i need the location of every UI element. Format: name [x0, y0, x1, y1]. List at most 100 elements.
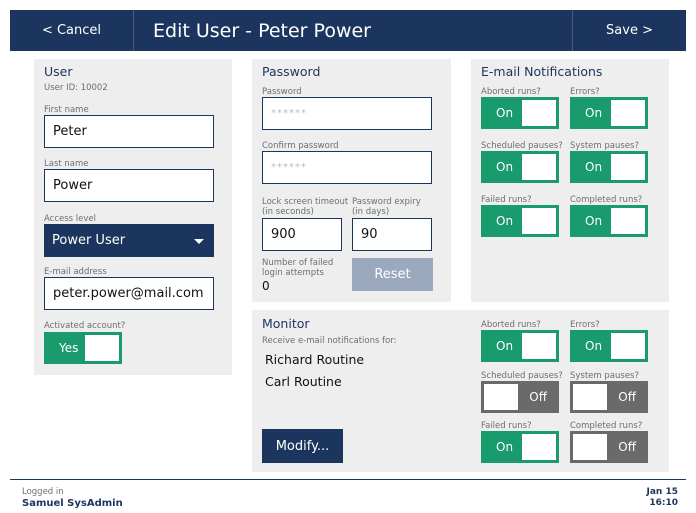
email-label: E-mail address [44, 267, 107, 277]
activated-label: Activated account? [44, 321, 126, 331]
edit-user-screen: < Cancel Edit User - Peter Power Save > … [10, 10, 686, 513]
activated-toggle[interactable]: Yes [44, 332, 122, 364]
toggle-label: On [585, 339, 603, 353]
toggle-label: On [496, 160, 514, 174]
user-section-title: User [44, 64, 73, 79]
toggle-label: Off [618, 390, 636, 404]
toggle-knob [611, 333, 645, 359]
toggle-label: On [496, 339, 514, 353]
monitor-failed-runs-label: Failed runs? [481, 421, 532, 431]
first-name-field[interactable]: Peter [44, 115, 214, 148]
toggle-knob [522, 208, 556, 234]
reset-button[interactable]: Reset [352, 258, 433, 291]
errors-label: Errors? [570, 87, 600, 97]
access-level-value: Power User [52, 233, 126, 248]
monitor-scheduled-pauses-label: Scheduled pauses? [481, 371, 563, 381]
header-divider [133, 10, 134, 51]
confirm-password-field[interactable]: ****** [262, 151, 432, 184]
last-name-label: Last name [44, 159, 89, 169]
footer-date: Jan 15 [646, 487, 679, 497]
user-id-label: User ID: 10002 [44, 83, 108, 93]
access-level-select[interactable]: Power User [44, 224, 214, 257]
toggle-knob [522, 154, 556, 180]
monitor-completed-runs-toggle[interactable]: Off [570, 431, 648, 463]
confirm-password-label: Confirm password [262, 141, 339, 151]
toggle-knob [573, 434, 607, 460]
password-label: Password [262, 87, 302, 97]
logged-in-label: Logged in [22, 487, 64, 497]
failed-runs-toggle[interactable]: On [481, 205, 559, 237]
logged-in-user: Samuel SysAdmin [22, 498, 123, 509]
aborted-runs-toggle[interactable]: On [481, 97, 559, 129]
chevron-down-icon [194, 239, 204, 244]
failed-attempts-label: Number of failed login attempts [262, 258, 333, 278]
monitor-completed-runs-label: Completed runs? [570, 421, 643, 431]
aborted-runs-label: Aborted runs? [481, 87, 541, 97]
completed-runs-toggle[interactable]: On [570, 205, 648, 237]
failed-attempts-label-line: Number of failed [262, 258, 334, 268]
save-button[interactable]: Save > [573, 10, 686, 51]
password-expiry-label-line: Password expiry [352, 197, 421, 207]
email-field[interactable]: peter.power@mail.com [44, 277, 214, 310]
toggle-label: Off [618, 440, 636, 454]
toggle-label: On [585, 106, 603, 120]
monitor-scheduled-pauses-toggle[interactable]: Off [481, 381, 559, 413]
monitor-aborted-runs-toggle[interactable]: On [481, 330, 559, 362]
toggle-knob [611, 100, 645, 126]
modify-button[interactable]: Modify... [262, 429, 343, 463]
system-pauses-label: System pauses? [570, 141, 639, 151]
failed-attempts-value: 0 [262, 279, 270, 293]
failed-attempts-label-line: login attempts [262, 268, 324, 278]
toggle-knob [85, 335, 119, 361]
user-panel: User User ID: 10002 First name Peter Las… [34, 59, 232, 375]
monitor-system-pauses-toggle[interactable]: Off [570, 381, 648, 413]
system-pauses-toggle[interactable]: On [570, 151, 648, 183]
status-footer: Logged in Samuel SysAdmin Jan 15 16:10 [10, 479, 686, 513]
toggle-knob [522, 434, 556, 460]
toggle-label: On [496, 440, 514, 454]
toggle-knob [611, 154, 645, 180]
monitor-errors-label: Errors? [570, 320, 600, 330]
header-bar: < Cancel Edit User - Peter Power Save > [10, 10, 686, 51]
monitored-user-item: Richard Routine [265, 352, 365, 367]
lock-timeout-field[interactable]: 900 [262, 218, 342, 251]
toggle-knob [522, 333, 556, 359]
footer-time: 16:10 [649, 498, 678, 508]
monitor-aborted-runs-label: Aborted runs? [481, 320, 541, 330]
password-expiry-field[interactable]: 90 [352, 218, 432, 251]
password-section-title: Password [262, 64, 321, 79]
errors-toggle[interactable]: On [570, 97, 648, 129]
monitored-user-item: Carl Routine [265, 374, 342, 389]
password-field[interactable]: ****** [262, 97, 432, 130]
monitor-subtitle: Receive e-mail notifications for: [262, 336, 397, 346]
monitor-section-title: Monitor [262, 316, 310, 331]
toggle-label: On [496, 106, 514, 120]
monitor-errors-toggle[interactable]: On [570, 330, 648, 362]
scheduled-pauses-label: Scheduled pauses? [481, 141, 563, 151]
page-title: Edit User - Peter Power [153, 19, 371, 42]
monitor-system-pauses-label: System pauses? [570, 371, 639, 381]
failed-runs-label: Failed runs? [481, 195, 532, 205]
toggle-label: Yes [59, 341, 79, 355]
lock-timeout-label-line: Lock screen timeout [262, 197, 349, 207]
cancel-button[interactable]: < Cancel [10, 10, 133, 51]
monitor-failed-runs-toggle[interactable]: On [481, 431, 559, 463]
lock-timeout-label-line: (in seconds) [262, 207, 314, 217]
toggle-knob [611, 208, 645, 234]
access-level-label: Access level [44, 214, 97, 224]
monitor-panel: Monitor Receive e-mail notifications for… [252, 310, 669, 472]
email-notifications-title: E-mail Notifications [481, 64, 603, 79]
lock-timeout-label: Lock screen timeout (in seconds) [262, 197, 348, 217]
last-name-field[interactable]: Power [44, 169, 214, 202]
toggle-label: Off [529, 390, 547, 404]
scheduled-pauses-toggle[interactable]: On [481, 151, 559, 183]
toggle-label: On [585, 160, 603, 174]
toggle-label: On [496, 214, 514, 228]
email-notifications-panel: E-mail Notifications Aborted runs? On Er… [471, 59, 669, 302]
password-expiry-label: Password expiry (in days) [352, 197, 421, 217]
first-name-label: First name [44, 105, 89, 115]
toggle-knob [484, 384, 518, 410]
password-panel: Password Password ****** Confirm passwor… [252, 59, 451, 302]
toggle-knob [522, 100, 556, 126]
toggle-label: On [585, 214, 603, 228]
